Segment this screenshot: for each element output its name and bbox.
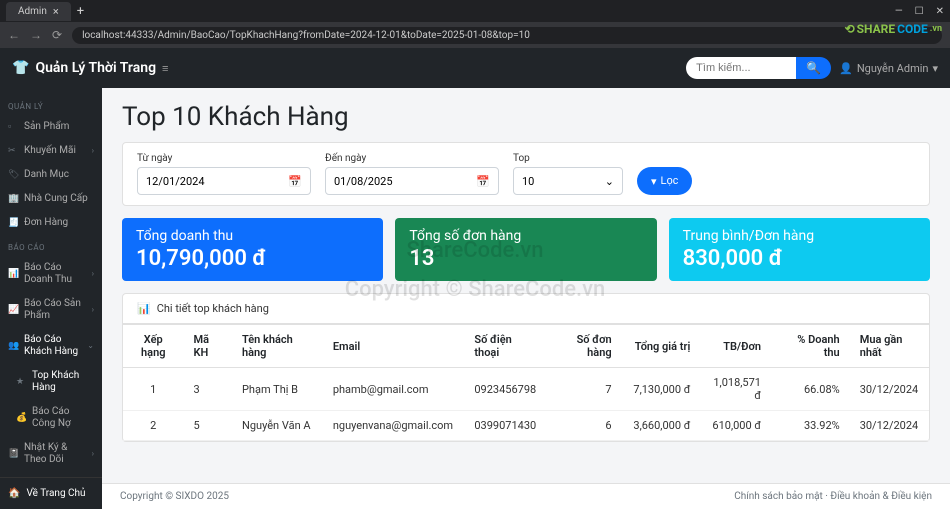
search-input[interactable] (686, 57, 796, 79)
forward-icon[interactable]: → (30, 28, 42, 42)
sidebar-item-product-report[interactable]: 📈Báo Cáo Sản Phẩm› (0, 292, 102, 328)
tag-icon: 🏷 (8, 170, 18, 181)
sidebar-item-orders[interactable]: 🧾Đơn Hàng (0, 211, 102, 235)
search-wrap: 🔍 (686, 57, 831, 79)
chevron-down-icon: ▾ (932, 62, 938, 75)
tab-title: Admin (18, 6, 47, 17)
new-tab-button[interactable]: + (77, 4, 84, 19)
brand[interactable]: 👕 Quản Lý Thời Trang ≡ (12, 60, 168, 76)
sidebar-item-suppliers[interactable]: 🏢Nhà Cung Cấp (0, 187, 102, 211)
calendar-icon: 📅 (476, 175, 490, 188)
stat-orders: Tổng số đơn hàng 13 (395, 218, 656, 281)
app-topbar: 👕 Quản Lý Thời Trang ≡ 🔍 👤 Nguyễn Admin … (0, 48, 950, 88)
chevron-down-icon: ⌄ (605, 175, 614, 188)
filter-button[interactable]: ▾Lọc (637, 167, 692, 195)
search-button[interactable]: 🔍 (796, 57, 831, 79)
calendar-icon: 📅 (288, 175, 302, 188)
sidebar-item-top-customers[interactable]: ★Top Khách Hàng (0, 364, 102, 400)
people-icon: 👥 (8, 341, 18, 352)
reload-icon[interactable]: ⟳ (52, 28, 62, 42)
menu-toggle-icon[interactable]: ≡ (162, 62, 168, 75)
journal-icon: 📓 (8, 449, 18, 460)
receipt-icon: 🧾 (8, 218, 18, 229)
sidebar-heading-manage: QUẢN LÝ (0, 94, 102, 115)
browser-tab[interactable]: Admin × (6, 2, 71, 21)
sidebar: QUẢN LÝ ▫Sản Phẩm ✂Khuyến Mãi› 🏷Danh Mục… (0, 88, 102, 509)
table-row[interactable]: 13Phạm Thị Bphamb@gmail.com092345679877,… (123, 368, 929, 411)
close-window-icon[interactable]: ✕ (936, 6, 944, 17)
address-bar-row: ← → ⟳ localhost:44333/Admin/BaoCao/TopKh… (0, 22, 950, 48)
table-card: 📊Chi tiết top khách hàng Xếp hạng Mã KH … (122, 293, 930, 442)
minimize-icon[interactable]: — (895, 6, 903, 17)
maximize-icon[interactable]: ☐ (915, 6, 924, 17)
table-title: 📊Chi tiết top khách hàng (123, 294, 929, 324)
sidebar-item-products[interactable]: ▫Sản Phẩm (0, 115, 102, 139)
chart-icon: 📊 (137, 302, 151, 315)
sharecode-logo: ⟲SHARECODE.vn (845, 22, 942, 36)
sidebar-item-categories[interactable]: 🏷Danh Mục (0, 163, 102, 187)
footer-links[interactable]: Chính sách bảo mật · Điều khoản & Điều k… (734, 491, 932, 502)
stat-revenue: Tổng doanh thu 10,790,000 đ (122, 218, 383, 281)
scissors-icon: ✂ (8, 146, 18, 157)
chevron-right-icon: › (92, 449, 94, 459)
box-icon: ▫ (8, 122, 18, 133)
from-date-label: Từ ngày (137, 153, 311, 164)
stats-row: Tổng doanh thu 10,790,000 đ Tổng số đơn … (122, 218, 930, 281)
customer-table: Xếp hạng Mã KH Tên khách hàng Email Số đ… (123, 324, 929, 441)
table-header-row: Xếp hạng Mã KH Tên khách hàng Email Số đ… (123, 325, 929, 368)
page-title: Top 10 Khách Hàng (122, 102, 930, 132)
address-bar[interactable]: localhost:44333/Admin/BaoCao/TopKhachHan… (72, 27, 942, 44)
from-date-input[interactable]: 12/01/2024📅 (137, 167, 311, 195)
money-icon: 💰 (16, 413, 26, 424)
sidebar-item-promotions[interactable]: ✂Khuyến Mãi› (0, 139, 102, 163)
sidebar-home[interactable]: 🏠Về Trang Chủ (0, 477, 102, 509)
to-date-input[interactable]: 01/08/2025📅 (325, 167, 499, 195)
footer: Copyright © SIXDO 2025 Chính sách bảo mậ… (102, 483, 950, 509)
sidebar-item-customer-report[interactable]: 👥Báo Cáo Khách Hàng⌄ (0, 328, 102, 364)
chevron-down-icon: ⌄ (87, 341, 94, 351)
table-row[interactable]: 25Nguyễn Văn Anguyenvana@gmail.com039907… (123, 411, 929, 441)
chevron-right-icon: › (92, 305, 94, 315)
top-label: Top (513, 153, 623, 164)
sidebar-item-revenue-report[interactable]: 📊Báo Cáo Doanh Thu› (0, 256, 102, 292)
footer-copyright: Copyright © SIXDO 2025 (120, 491, 229, 502)
stat-avg: Trung bình/Đơn hàng 830,000 đ (669, 218, 930, 281)
chart-icon: 📈 (8, 305, 18, 316)
to-date-label: Đến ngày (325, 153, 499, 164)
chart-icon: 📊 (8, 269, 18, 280)
sidebar-heading-report: BÁO CÁO (0, 235, 102, 256)
main-content: Top 10 Khách Hàng Từ ngày 12/01/2024📅 Đế… (102, 88, 950, 509)
chevron-right-icon: › (92, 269, 94, 279)
building-icon: 🏢 (8, 194, 18, 205)
filter-card: Từ ngày 12/01/2024📅 Đến ngày 01/08/2025📅… (122, 142, 930, 206)
back-icon[interactable]: ← (8, 28, 20, 42)
home-icon: 🏠 (8, 488, 20, 499)
user-icon: 👤 (839, 62, 853, 75)
sidebar-item-debt-report[interactable]: 💰Báo Cáo Công Nợ (0, 400, 102, 436)
search-icon: 🔍 (806, 61, 821, 75)
chevron-right-icon: › (92, 146, 94, 156)
user-menu[interactable]: 👤 Nguyễn Admin ▾ (839, 62, 938, 75)
tshirt-icon: 👕 (12, 60, 29, 76)
star-icon: ★ (16, 377, 26, 388)
close-icon[interactable]: × (53, 5, 59, 18)
browser-titlebar: Admin × + — ☐ ✕ (0, 0, 950, 22)
funnel-icon: ▾ (651, 175, 657, 188)
browser-chrome: Admin × + — ☐ ✕ ← → ⟳ localhost:44333/Ad… (0, 0, 950, 48)
sidebar-item-logs[interactable]: 📓Nhật Ký & Theo Dõi› (0, 436, 102, 472)
top-select[interactable]: 10⌄ (513, 167, 623, 195)
